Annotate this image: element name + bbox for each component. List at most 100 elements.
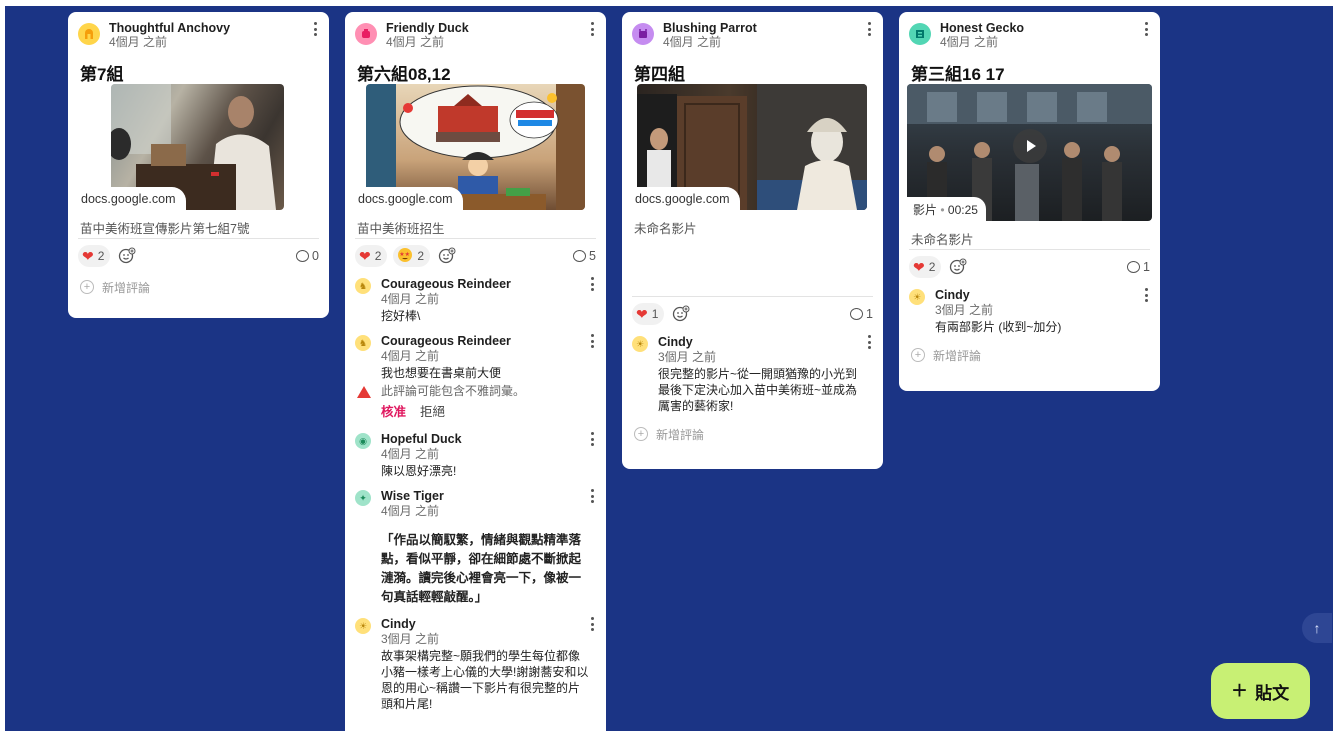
add-reaction-icon[interactable] bbox=[947, 256, 969, 278]
post-menu-icon[interactable] bbox=[1140, 20, 1152, 38]
comment-menu-icon[interactable] bbox=[586, 332, 598, 350]
comment-time: 4個月 之前 bbox=[381, 447, 440, 461]
new-post-label: 貼文 bbox=[1255, 683, 1290, 703]
add-reaction-icon[interactable] bbox=[436, 245, 458, 267]
commenter-avatar: ♞ bbox=[355, 278, 371, 294]
reaction-bar: ❤ 2 0 bbox=[68, 239, 329, 273]
post-title: 第四組 bbox=[634, 65, 685, 84]
comment-author: Cindy bbox=[935, 288, 970, 302]
svg-text:★★: ★★ bbox=[400, 251, 411, 258]
commenter-avatar: ☀ bbox=[632, 336, 648, 352]
add-comment-placeholder: 新增評論 bbox=[656, 427, 705, 442]
video-label: 影片 bbox=[913, 203, 938, 217]
comment-menu-icon[interactable] bbox=[586, 487, 598, 505]
comment-icon bbox=[296, 250, 310, 262]
post-time: 4個月 之前 bbox=[940, 35, 999, 49]
comment-menu-icon[interactable] bbox=[863, 333, 875, 351]
heart-reaction[interactable]: ❤ 1 bbox=[632, 303, 665, 325]
add-comment-placeholder: 新增評論 bbox=[933, 348, 982, 363]
post-time: 4個月 之前 bbox=[109, 35, 168, 49]
comment-icon bbox=[850, 308, 864, 320]
comment-text: 陳以恩好漂亮! bbox=[381, 464, 457, 478]
heart-count: 2 bbox=[374, 249, 382, 263]
plus-icon: + bbox=[911, 348, 925, 362]
post-author: Honest Gecko bbox=[940, 21, 1025, 35]
comment-menu-icon[interactable] bbox=[586, 275, 598, 293]
post-caption: 苗中美術班招生 bbox=[357, 222, 445, 236]
post-title: 第三組16 17 bbox=[911, 65, 1005, 84]
commenter-avatar: ♞ bbox=[355, 335, 371, 351]
add-comment-input[interactable]: + 新增評論 bbox=[622, 420, 883, 448]
comment-time: 3個月 之前 bbox=[658, 350, 717, 364]
user-avatar bbox=[909, 23, 931, 45]
add-comment-placeholder: 新增評論 bbox=[102, 280, 151, 295]
post-card[interactable]: Honest Gecko 4個月 之前 第三組16 17 影片 • 00:25 … bbox=[899, 12, 1160, 391]
post-card[interactable]: Friendly Duck 4個月 之前 第六組08,12 docs.googl… bbox=[345, 12, 606, 731]
comment: ◉ Hopeful Duck 4個月 之前 陳以恩好漂亮! bbox=[345, 428, 606, 485]
post-menu-icon[interactable] bbox=[586, 20, 598, 38]
new-post-button[interactable]: + 貼文 bbox=[1211, 663, 1310, 719]
add-comment-input[interactable]: + 新增評論 bbox=[899, 341, 1160, 369]
heart-icon: ❤ bbox=[82, 248, 94, 264]
comment-menu-icon[interactable] bbox=[586, 430, 598, 448]
comment-time: 3個月 之前 bbox=[381, 632, 440, 646]
link-domain: docs.google.com bbox=[75, 187, 186, 210]
post-menu-icon[interactable] bbox=[863, 20, 875, 38]
comment-count-value: 0 bbox=[312, 249, 319, 263]
comment: ☀ Cindy 3個月 之前 很完整的影片~從一開頭猶豫的小光到最後下定決心加入… bbox=[622, 331, 883, 420]
heart-count: 2 bbox=[928, 260, 936, 274]
plus-icon: + bbox=[80, 280, 94, 294]
comment-count-value: 1 bbox=[1143, 260, 1150, 274]
play-icon[interactable] bbox=[1012, 128, 1047, 163]
comment: ☀ Cindy 3個月 之前 有兩部影片 (收到~加分) bbox=[899, 284, 1160, 341]
comment-text: 我也想要在書桌前大便 bbox=[381, 366, 502, 380]
comment-menu-icon[interactable] bbox=[1140, 286, 1152, 304]
comment-count[interactable]: 1 bbox=[1127, 260, 1150, 274]
star-eyes-reaction[interactable]: ★★ 2 bbox=[393, 245, 431, 267]
link-preview[interactable]: docs.google.com bbox=[629, 84, 871, 210]
link-domain: docs.google.com bbox=[629, 187, 740, 210]
comment-icon bbox=[1127, 261, 1141, 273]
comment-count[interactable]: 5 bbox=[573, 249, 596, 263]
plus-icon: + bbox=[1231, 674, 1248, 705]
comment: ☀ Cindy 3個月 之前 故事架構完整~願我們的學生每位都像小豬一樣考上心儀… bbox=[345, 613, 606, 718]
heart-reaction[interactable]: ❤ 2 bbox=[909, 256, 942, 278]
post-card[interactable]: Thoughtful Anchovy 4個月 之前 第7組 docs.googl… bbox=[68, 12, 329, 318]
comment-menu-icon[interactable] bbox=[586, 615, 598, 633]
post-card[interactable]: Blushing Parrot 4個月 之前 第四組 docs.google.c… bbox=[622, 12, 883, 469]
padlet-board: Thoughtful Anchovy 4個月 之前 第7組 docs.googl… bbox=[5, 6, 1333, 731]
reject-button[interactable]: 拒絕 bbox=[420, 405, 445, 420]
scroll-to-top-button[interactable]: ↑ bbox=[1302, 613, 1332, 643]
add-reaction-icon[interactable] bbox=[670, 303, 692, 325]
comment-author: Courageous Reindeer bbox=[381, 334, 511, 348]
approve-button[interactable]: 核准 bbox=[381, 405, 406, 420]
heart-icon: ❤ bbox=[636, 306, 648, 322]
comment-time: 3個月 之前 bbox=[935, 303, 994, 317]
comment-author: Wise Tiger bbox=[381, 489, 444, 503]
add-comment-input[interactable]: + 新增評論 bbox=[68, 273, 329, 301]
reaction-bar: ❤ 2 1 bbox=[899, 250, 1160, 284]
warning-icon bbox=[357, 385, 371, 398]
link-preview[interactable]: docs.google.com bbox=[75, 84, 317, 210]
commenter-avatar: ☀ bbox=[355, 618, 371, 634]
heart-icon: ❤ bbox=[359, 248, 371, 264]
user-avatar bbox=[632, 23, 654, 45]
heart-reaction[interactable]: ❤ 2 bbox=[78, 245, 111, 267]
comment: ✦ Wise Tiger 4個月 之前 「作品以簡馭繁，情緒與觀點精準落點，看似… bbox=[345, 485, 606, 613]
post-menu-icon[interactable] bbox=[309, 20, 321, 38]
heart-reaction[interactable]: ❤ 2 bbox=[355, 245, 388, 267]
link-preview[interactable]: docs.google.com bbox=[352, 84, 594, 210]
video-preview[interactable]: 影片 • 00:25 bbox=[907, 84, 1152, 221]
reaction-bar: ❤ 2 ★★ 2 5 bbox=[345, 239, 606, 273]
add-reaction-icon[interactable] bbox=[116, 245, 138, 267]
video-duration-badge: 影片 • 00:25 bbox=[907, 197, 986, 221]
user-avatar bbox=[355, 23, 377, 45]
post-time: 4個月 之前 bbox=[663, 35, 722, 49]
comment-time: 4個月 之前 bbox=[381, 349, 440, 363]
link-domain: docs.google.com bbox=[352, 187, 463, 210]
comment: ♞ Courageous Reindeer 4個月 之前 挖好棒\ bbox=[345, 273, 606, 330]
comment-count[interactable]: 1 bbox=[850, 307, 873, 321]
post-author: Thoughtful Anchovy bbox=[109, 21, 231, 35]
moderation-warning: 此評論可能包含不雅詞彙。 bbox=[357, 384, 591, 399]
comment-count[interactable]: 0 bbox=[296, 249, 319, 263]
